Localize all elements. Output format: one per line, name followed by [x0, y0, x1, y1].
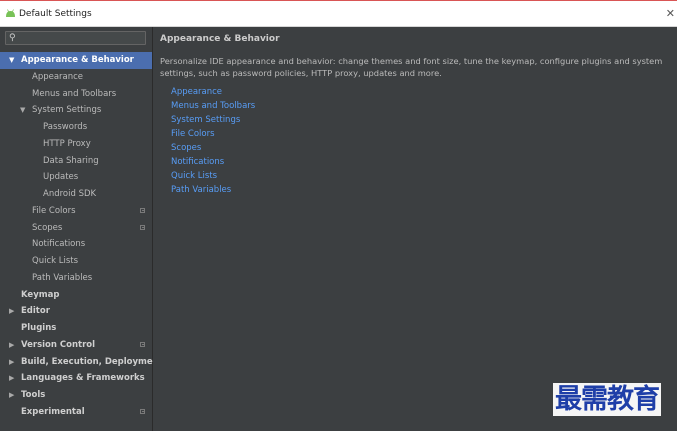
main-panel: Appearance & Behavior Personalize IDE ap…	[153, 27, 677, 431]
sidebar-item-label: Scopes	[32, 222, 63, 233]
sidebar-item-appearance-behavior[interactable]: ▼ Appearance & Behavior	[0, 52, 152, 69]
sidebar-item-label: Build, Execution, Deployment	[21, 356, 163, 367]
sidebar-item-label: Path Variables	[32, 272, 93, 283]
project-level-icon	[140, 207, 145, 213]
sidebar-item-label: Keymap	[21, 289, 60, 300]
sidebar-item-label: Passwords	[43, 122, 88, 132]
settings-sidebar: ⚲ ▼ Appearance & Behavior Appearance Menus …	[0, 27, 163, 431]
sidebar-item-notifications[interactable]: Notifications	[0, 236, 152, 253]
sidebar-item-appearance[interactable]: Appearance	[0, 69, 152, 86]
page-title: Appearance & Behavior	[160, 34, 280, 44]
sidebar-item-path-variables[interactable]: Path Variables	[0, 270, 152, 287]
sidebar-item-label: Plugins	[21, 323, 57, 333]
search-icon: ⚲	[9, 33, 16, 43]
project-level-icon	[140, 408, 145, 414]
sidebar-item-data-sharing[interactable]: Data Sharing	[0, 153, 152, 170]
chevron-right-icon[interactable]: ▶	[9, 337, 14, 354]
sidebar-item-label: Version Control	[21, 339, 96, 350]
link-system-settings[interactable]: System Settings	[171, 113, 255, 127]
sidebar-item-experimental[interactable]: Experimental	[0, 404, 152, 421]
sidebar-item-system-settings[interactable]: ▼ System Settings	[0, 102, 152, 119]
link-notifications[interactable]: Notifications	[171, 155, 255, 169]
watermark-logo: 最需教育	[553, 383, 661, 416]
sidebar-item-editor[interactable]: ▶ Editor	[0, 303, 152, 320]
close-icon[interactable]: ✕	[666, 7, 675, 20]
chevron-right-icon[interactable]: ▶	[9, 354, 14, 371]
sidebar-item-label: Updates	[43, 172, 79, 183]
sidebar-item-menus-and-toolbars[interactable]: Menus and Toolbars	[0, 86, 152, 103]
sidebar-item-tools[interactable]: ▶ Tools	[0, 387, 152, 404]
chevron-down-icon[interactable]: ▼	[9, 52, 14, 69]
sidebar-item-passwords[interactable]: Passwords	[0, 119, 152, 136]
sidebar-item-updates[interactable]: Updates	[0, 169, 152, 186]
sidebar-item-label: Editor	[21, 306, 50, 317]
link-list: Appearance Menus and Toolbars System Setti…	[171, 85, 255, 197]
project-level-icon	[140, 341, 145, 347]
sidebar-item-android-sdk[interactable]: Android SDK	[0, 186, 152, 203]
link-appearance[interactable]: Appearance	[171, 85, 255, 99]
sidebar-item-keymap[interactable]: Keymap	[0, 287, 152, 304]
sidebar-item-build-execution-deployment[interactable]: ▶ Build, Execution, Deployment	[0, 354, 163, 371]
chevron-down-icon[interactable]: ▼	[20, 102, 25, 119]
sidebar-item-label: Notifications	[32, 239, 86, 250]
page-description: Personalize IDE appearance and behavior:…	[160, 56, 663, 78]
title-bar: Default Settings ✕	[0, 0, 677, 27]
window-title: Default Settings	[19, 9, 92, 19]
sidebar-item-label: HTTP Proxy	[43, 138, 91, 149]
search-input[interactable]: ⚲	[5, 31, 146, 45]
android-icon	[6, 9, 15, 17]
sidebar-item-label: Android SDK	[43, 189, 97, 199]
sidebar-item-plugins[interactable]: Plugins	[0, 320, 152, 337]
project-level-icon	[140, 224, 145, 230]
sidebar-item-label: Data Sharing	[43, 155, 99, 166]
link-menus-and-toolbars[interactable]: Menus and Toolbars	[171, 99, 255, 113]
sidebar-item-label: Experimental	[21, 406, 85, 417]
sidebar-item-label: File Colors	[32, 205, 76, 216]
link-scopes[interactable]: Scopes	[171, 141, 255, 155]
sidebar-item-label: Appearance	[32, 71, 84, 82]
link-path-variables[interactable]: Path Variables	[171, 183, 255, 197]
sidebar-item-version-control[interactable]: ▶ Version Control	[0, 337, 152, 354]
sidebar-item-http-proxy[interactable]: HTTP Proxy	[0, 136, 152, 153]
chevron-right-icon[interactable]: ▶	[9, 387, 14, 404]
sidebar-item-languages-frameworks[interactable]: ▶ Languages & Frameworks	[0, 370, 152, 387]
link-file-colors[interactable]: File Colors	[171, 127, 255, 141]
sidebar-item-scopes[interactable]: Scopes	[0, 220, 152, 237]
sidebar-item-file-colors[interactable]: File Colors	[0, 203, 152, 220]
sidebar-item-quick-lists[interactable]: Quick Lists	[0, 253, 152, 270]
sidebar-item-label: Appearance & Behavior	[21, 55, 134, 65]
sidebar-item-label: System Settings	[32, 105, 102, 116]
chevron-right-icon[interactable]: ▶	[9, 370, 14, 387]
sidebar-item-label: Tools	[21, 390, 46, 400]
sidebar-item-label: Menus and Toolbars	[32, 88, 117, 99]
link-quick-lists[interactable]: Quick Lists	[171, 169, 255, 183]
settings-tree: ▼ Appearance & Behavior Appearance Menus an…	[0, 52, 163, 421]
sidebar-item-label: Quick Lists	[32, 256, 79, 266]
sidebar-item-label: Languages & Frameworks	[21, 373, 145, 384]
chevron-right-icon[interactable]: ▶	[9, 303, 14, 320]
